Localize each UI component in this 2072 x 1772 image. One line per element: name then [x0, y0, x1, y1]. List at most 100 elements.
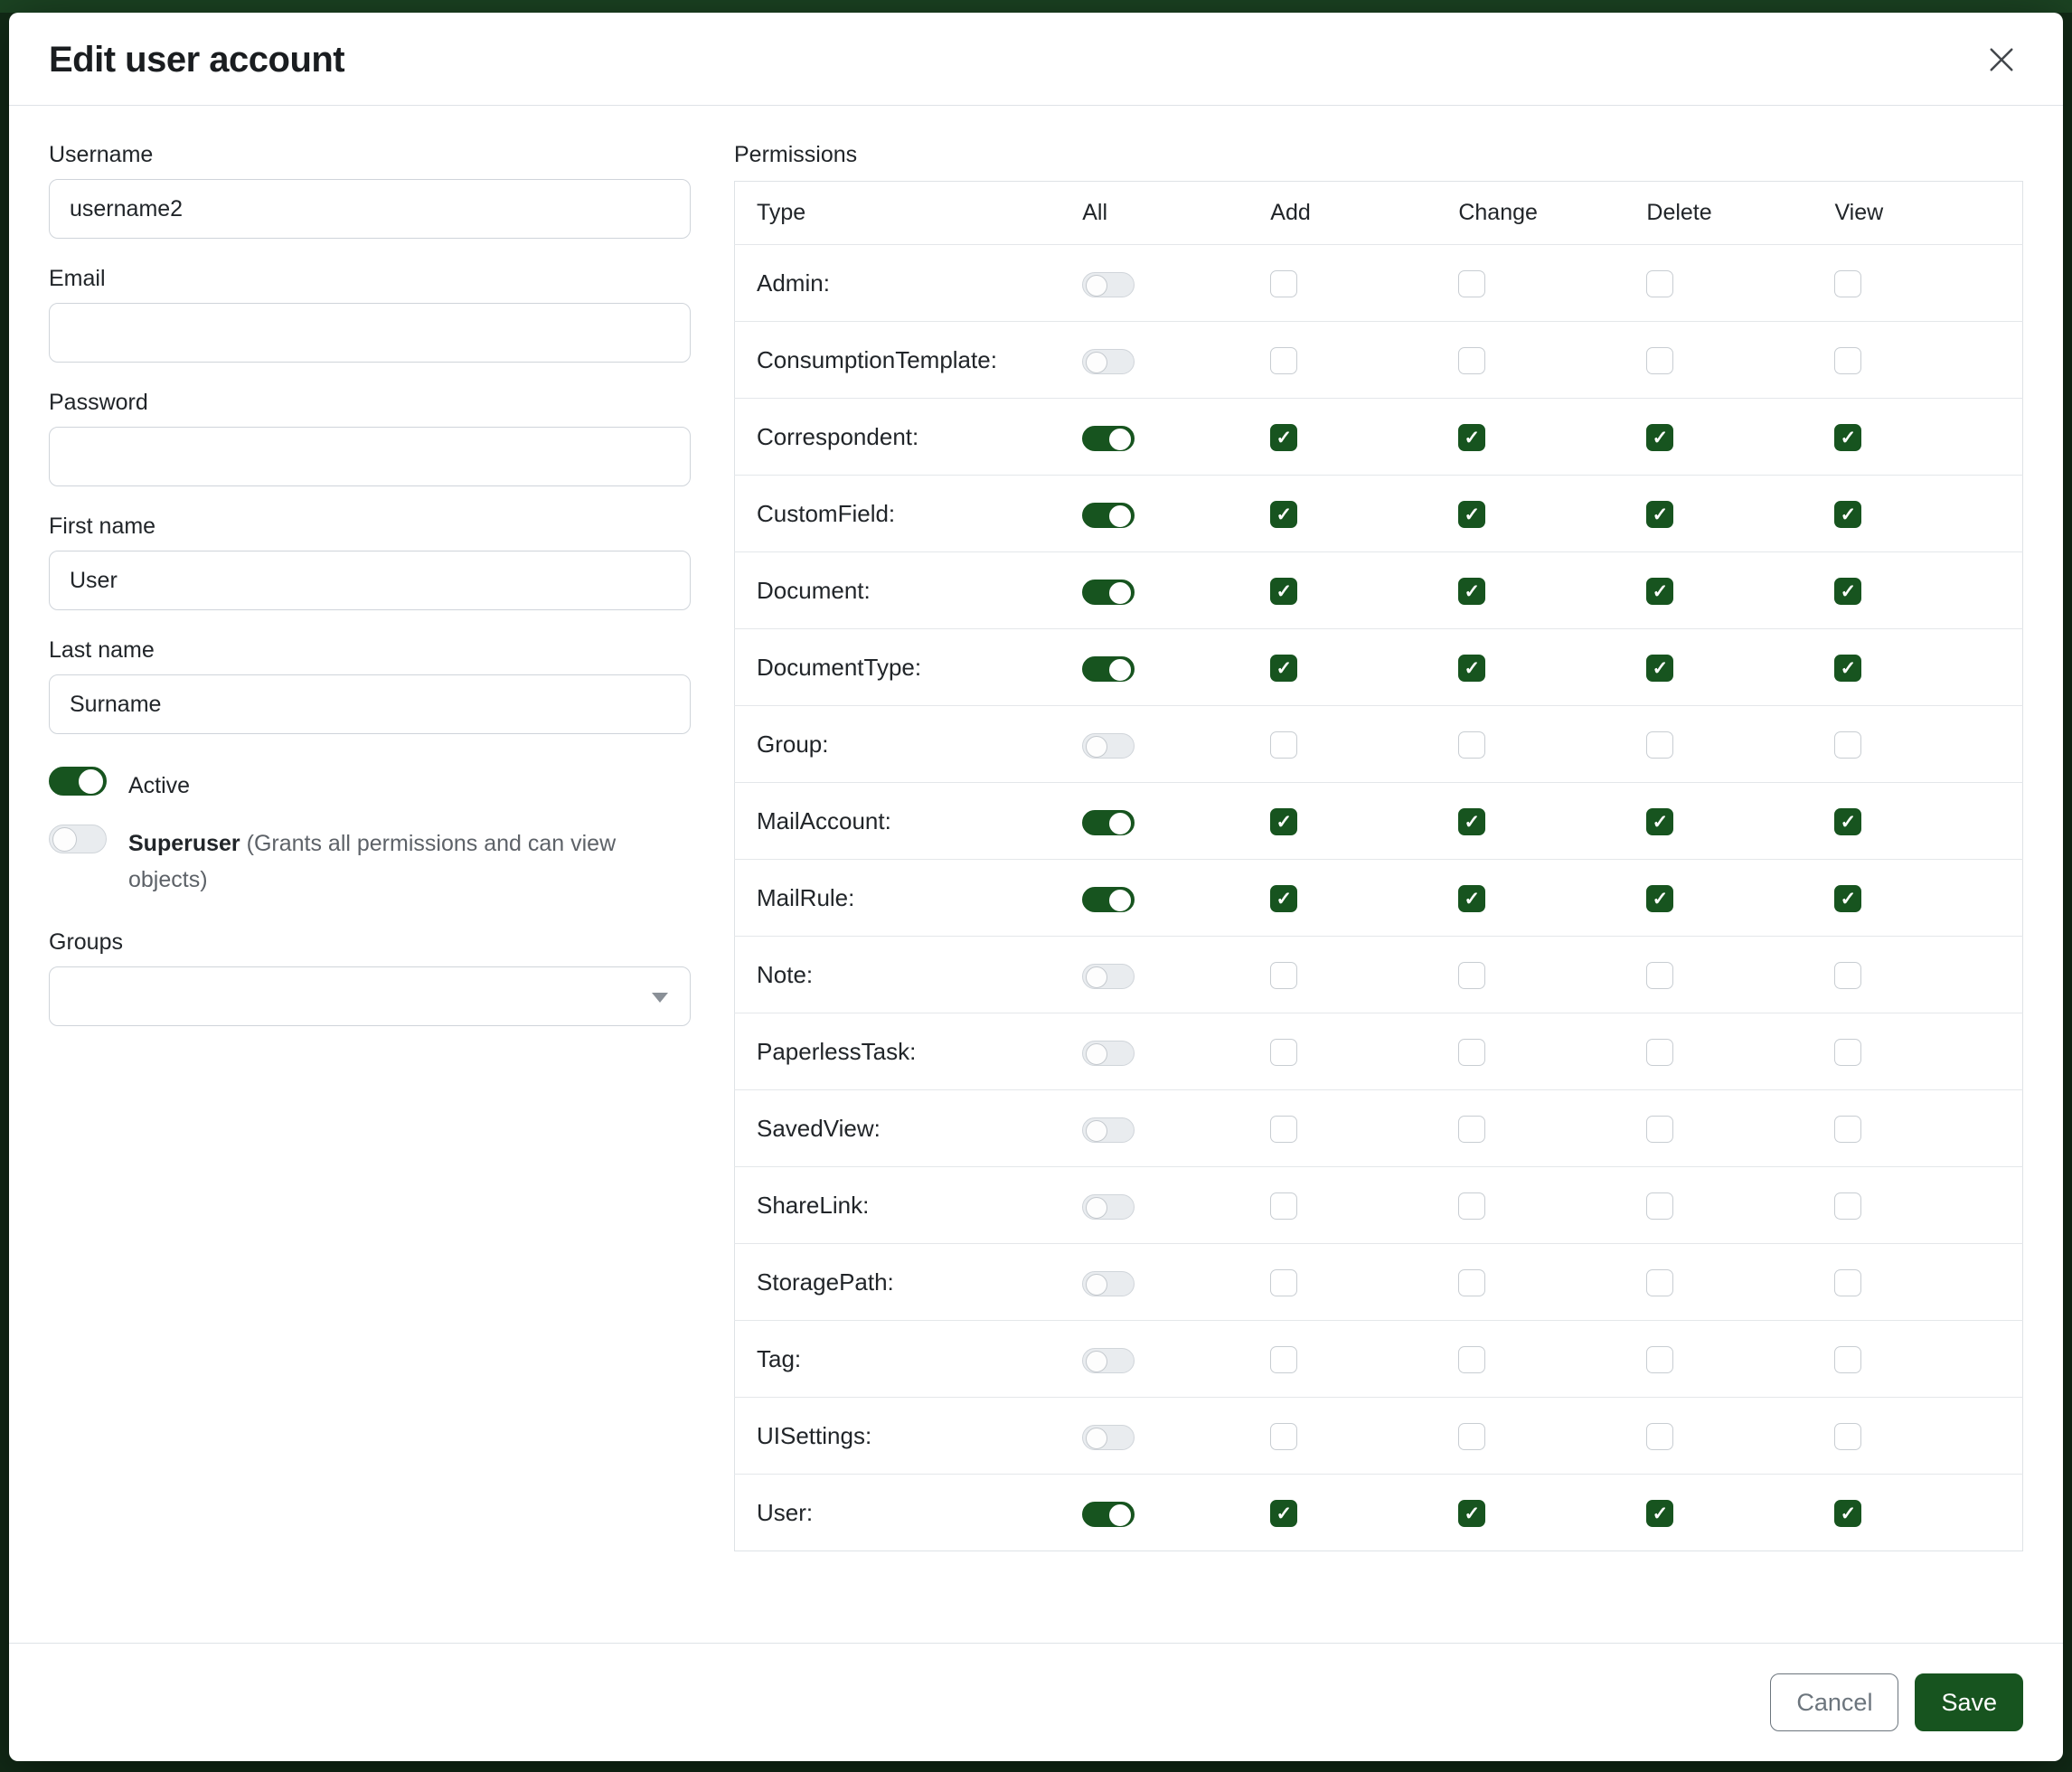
permission-add-checkbox[interactable]: [1270, 1500, 1297, 1527]
permission-delete-checkbox[interactable]: [1646, 885, 1673, 912]
permission-all-toggle[interactable]: [1082, 733, 1135, 759]
permission-change-checkbox[interactable]: [1458, 578, 1485, 605]
permission-delete-checkbox[interactable]: [1646, 1192, 1673, 1220]
permission-add-checkbox[interactable]: [1270, 1423, 1297, 1450]
permission-view-checkbox[interactable]: [1834, 1423, 1861, 1450]
permission-all-toggle[interactable]: [1082, 1194, 1135, 1220]
permission-view-checkbox[interactable]: [1834, 731, 1861, 759]
permission-view-checkbox[interactable]: [1834, 347, 1861, 374]
permission-row: Note:: [735, 937, 2023, 1013]
close-button[interactable]: [1980, 38, 2023, 81]
permission-add-checkbox[interactable]: [1270, 655, 1297, 682]
permission-change-checkbox[interactable]: [1458, 1500, 1485, 1527]
permission-change-checkbox[interactable]: [1458, 1346, 1485, 1373]
permission-all-toggle[interactable]: [1082, 1348, 1135, 1373]
permission-all-toggle[interactable]: [1082, 580, 1135, 605]
permission-all-toggle[interactable]: [1082, 1502, 1135, 1527]
permission-view-checkbox[interactable]: [1834, 1039, 1861, 1066]
permission-view-checkbox[interactable]: [1834, 1269, 1861, 1296]
first-name-input[interactable]: [49, 551, 691, 610]
email-input[interactable]: [49, 303, 691, 363]
permission-delete-checkbox[interactable]: [1646, 1039, 1673, 1066]
permission-view-checkbox[interactable]: [1834, 501, 1861, 528]
permission-add-checkbox[interactable]: [1270, 808, 1297, 835]
active-toggle[interactable]: [49, 767, 107, 796]
permission-view-checkbox[interactable]: [1834, 962, 1861, 989]
permission-delete-checkbox[interactable]: [1646, 347, 1673, 374]
permission-change-checkbox[interactable]: [1458, 501, 1485, 528]
permission-add-checkbox[interactable]: [1270, 1192, 1297, 1220]
permission-all-toggle[interactable]: [1082, 349, 1135, 374]
permission-change-checkbox[interactable]: [1458, 885, 1485, 912]
permission-delete-checkbox[interactable]: [1646, 501, 1673, 528]
permission-delete-checkbox[interactable]: [1646, 1500, 1673, 1527]
last-name-input[interactable]: [49, 674, 691, 734]
permission-all-toggle[interactable]: [1082, 272, 1135, 297]
permission-add-checkbox[interactable]: [1270, 270, 1297, 297]
permission-delete-checkbox[interactable]: [1646, 1269, 1673, 1296]
permission-delete-checkbox[interactable]: [1646, 731, 1673, 759]
permission-all-toggle[interactable]: [1082, 810, 1135, 835]
permission-add-checkbox[interactable]: [1270, 501, 1297, 528]
permission-change-checkbox[interactable]: [1458, 1423, 1485, 1450]
permission-view-checkbox[interactable]: [1834, 270, 1861, 297]
permission-delete-checkbox[interactable]: [1646, 962, 1673, 989]
permission-view-checkbox[interactable]: [1834, 578, 1861, 605]
permission-add-checkbox[interactable]: [1270, 962, 1297, 989]
permission-view-checkbox[interactable]: [1834, 885, 1861, 912]
permission-delete-checkbox[interactable]: [1646, 424, 1673, 451]
permission-view-checkbox[interactable]: [1834, 424, 1861, 451]
permission-all-toggle[interactable]: [1082, 1425, 1135, 1450]
permission-all-toggle[interactable]: [1082, 964, 1135, 989]
permission-change-checkbox[interactable]: [1458, 424, 1485, 451]
permission-delete-checkbox[interactable]: [1646, 1423, 1673, 1450]
permission-add-checkbox[interactable]: [1270, 731, 1297, 759]
permission-type-label: Document:: [735, 552, 1083, 629]
permission-add-checkbox[interactable]: [1270, 1116, 1297, 1143]
superuser-toggle[interactable]: [49, 825, 107, 853]
password-input[interactable]: [49, 427, 691, 486]
permission-change-checkbox[interactable]: [1458, 270, 1485, 297]
permission-add-checkbox[interactable]: [1270, 424, 1297, 451]
permission-change-checkbox[interactable]: [1458, 808, 1485, 835]
save-button[interactable]: Save: [1915, 1673, 2023, 1731]
permission-view-checkbox[interactable]: [1834, 1192, 1861, 1220]
permission-all-toggle[interactable]: [1082, 1041, 1135, 1066]
permission-all-toggle[interactable]: [1082, 503, 1135, 528]
groups-select[interactable]: [49, 966, 691, 1026]
permission-all-toggle[interactable]: [1082, 1117, 1135, 1143]
permission-row: Correspondent:: [735, 399, 2023, 476]
permission-change-checkbox[interactable]: [1458, 1269, 1485, 1296]
cancel-button[interactable]: Cancel: [1770, 1673, 1898, 1731]
permission-all-toggle[interactable]: [1082, 426, 1135, 451]
permission-view-checkbox[interactable]: [1834, 808, 1861, 835]
permission-all-toggle[interactable]: [1082, 656, 1135, 682]
permission-delete-checkbox[interactable]: [1646, 1346, 1673, 1373]
permission-change-checkbox[interactable]: [1458, 1039, 1485, 1066]
permission-change-checkbox[interactable]: [1458, 1116, 1485, 1143]
permission-delete-checkbox[interactable]: [1646, 578, 1673, 605]
permission-view-checkbox[interactable]: [1834, 655, 1861, 682]
permission-change-checkbox[interactable]: [1458, 731, 1485, 759]
permission-delete-checkbox[interactable]: [1646, 808, 1673, 835]
permission-view-checkbox[interactable]: [1834, 1116, 1861, 1143]
permission-change-checkbox[interactable]: [1458, 1192, 1485, 1220]
permission-add-checkbox[interactable]: [1270, 885, 1297, 912]
permission-delete-checkbox[interactable]: [1646, 655, 1673, 682]
permission-add-checkbox[interactable]: [1270, 578, 1297, 605]
permission-change-checkbox[interactable]: [1458, 962, 1485, 989]
permission-delete-checkbox[interactable]: [1646, 270, 1673, 297]
permission-all-toggle[interactable]: [1082, 1271, 1135, 1296]
permission-all-toggle[interactable]: [1082, 887, 1135, 912]
permission-change-checkbox[interactable]: [1458, 347, 1485, 374]
permission-delete-checkbox[interactable]: [1646, 1116, 1673, 1143]
permission-add-checkbox[interactable]: [1270, 1269, 1297, 1296]
permission-view-checkbox[interactable]: [1834, 1500, 1861, 1527]
permission-add-checkbox[interactable]: [1270, 1346, 1297, 1373]
permission-add-checkbox[interactable]: [1270, 347, 1297, 374]
permission-change-checkbox[interactable]: [1458, 655, 1485, 682]
superuser-label: Superuser: [128, 831, 240, 856]
permission-view-checkbox[interactable]: [1834, 1346, 1861, 1373]
username-input[interactable]: [49, 179, 691, 239]
permission-add-checkbox[interactable]: [1270, 1039, 1297, 1066]
